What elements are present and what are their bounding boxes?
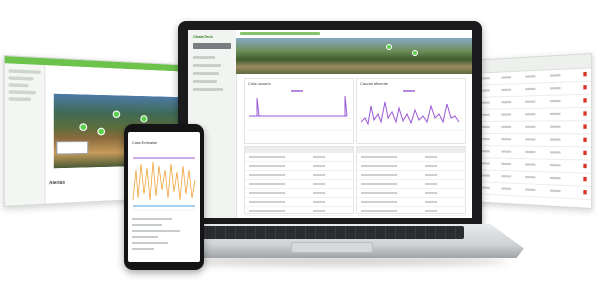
alert-marker: [583, 137, 587, 142]
table-row: [357, 153, 465, 162]
phone-chart-title: Cota Embalse: [132, 140, 158, 145]
sidebar-item[interactable]: [193, 56, 215, 59]
right-table-panel: [470, 52, 593, 210]
sidebar-item[interactable]: [193, 64, 221, 67]
readings-table-left: [244, 146, 354, 216]
sidebar-item[interactable]: [193, 72, 219, 75]
phone-screen: Cota Embalse: [128, 132, 200, 262]
alert-marker: [583, 124, 587, 129]
laptop-touchpad: [291, 242, 373, 253]
alert-marker: [583, 163, 587, 169]
alert-marker: [583, 150, 587, 156]
chart-series-line: [360, 101, 460, 126]
app-logo: ChaleTech: [193, 34, 213, 39]
map-pin-icon[interactable]: [386, 44, 392, 50]
left-panel-nav-item[interactable]: [8, 90, 36, 95]
map-pin-icon[interactable]: [97, 127, 106, 136]
phone-details-list: [132, 218, 196, 254]
left-panel-nav-item[interactable]: [8, 97, 31, 102]
list-item: [132, 248, 154, 250]
table-row: [357, 171, 465, 180]
list-item: [132, 236, 158, 238]
inflow-chart: [359, 90, 463, 131]
breadcrumb[interactable]: [240, 32, 320, 35]
left-panel-logo: [5, 63, 44, 67]
table-row: [357, 180, 465, 189]
alert-marker: [583, 85, 587, 90]
left-panel-nav-item[interactable]: [8, 83, 29, 88]
table-row: [357, 198, 465, 207]
inflow-chart-card: Caudal afluente: [356, 78, 466, 144]
map-pin-icon[interactable]: [79, 123, 88, 131]
reservoir-aerial-banner: [236, 38, 472, 74]
photo-info-card: [56, 140, 89, 155]
chart-legend-swatch: [291, 90, 303, 92]
product-showcase: Alertas ChaleTech Cota usuario Caudal af…: [0, 0, 596, 285]
list-item: [132, 218, 172, 220]
table-row: [245, 198, 353, 207]
laptop-screen: ChaleTech Cota usuario Caudal afluente: [188, 30, 472, 218]
table-row: [245, 207, 353, 216]
list-item: [132, 230, 180, 232]
water-level-chart-card: Cota usuario: [244, 78, 354, 144]
alert-marker: [583, 71, 587, 77]
table-row: [245, 153, 353, 162]
list-item: [132, 224, 162, 226]
map-pin-icon[interactable]: [112, 110, 121, 119]
laptop-keyboard: [196, 226, 464, 239]
sidebar-item[interactable]: [193, 80, 217, 83]
chart-title: Cota usuario: [248, 81, 271, 86]
map-pin-icon[interactable]: [412, 50, 418, 56]
table-row: [357, 162, 465, 171]
table-row: [470, 121, 592, 135]
list-item: [132, 242, 168, 244]
sidebar-item[interactable]: [193, 88, 223, 91]
alert-marker: [583, 176, 587, 182]
alert-marker: [583, 111, 587, 116]
table-row: [245, 171, 353, 180]
chart-spike-line: [256, 95, 348, 117]
sidebar-action-button[interactable]: [193, 43, 231, 49]
alert-marker: [583, 98, 587, 103]
table-row: [357, 207, 465, 216]
alert-marker: [583, 189, 587, 195]
table-row: [470, 107, 592, 122]
left-panel-footer: Alertas: [49, 179, 65, 186]
chart-legend-swatch: [403, 90, 415, 92]
table-row: [357, 189, 465, 198]
phone-chart: [132, 157, 196, 211]
map-pin-icon[interactable]: [140, 115, 148, 123]
table-row: [245, 162, 353, 171]
water-level-chart: [247, 90, 351, 131]
phone-series-orange: [132, 161, 196, 201]
left-panel-sidebar: [4, 63, 46, 206]
readings-table-right: [356, 146, 466, 216]
chart-title: Caudal afluente: [360, 81, 389, 86]
table-row: [245, 180, 353, 189]
left-panel-nav-item[interactable]: [8, 69, 41, 74]
table-row: [245, 189, 353, 198]
left-panel-nav-item[interactable]: [8, 76, 34, 81]
